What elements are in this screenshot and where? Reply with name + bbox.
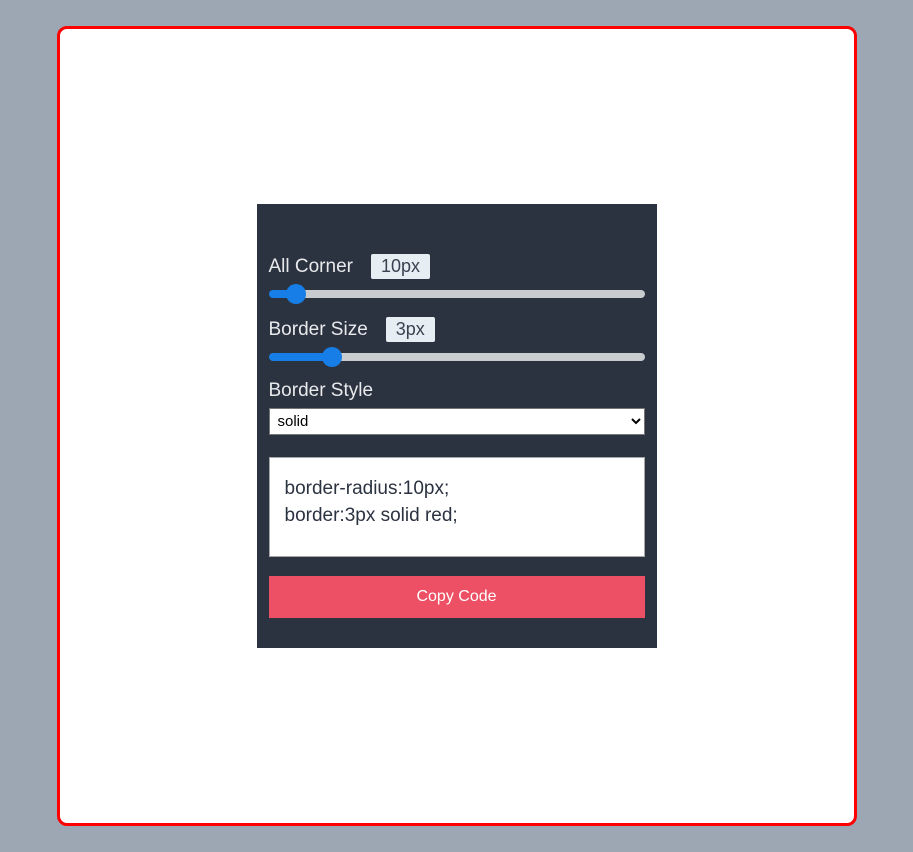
all-corner-value-badge: 10px xyxy=(371,254,430,279)
code-output[interactable] xyxy=(269,457,645,557)
all-corner-group: All Corner 10px xyxy=(269,254,645,303)
all-corner-label: All Corner xyxy=(269,256,353,278)
border-size-slider[interactable] xyxy=(269,353,645,361)
border-style-group: Border Style soliddasheddotteddoublegroo… xyxy=(269,380,645,435)
preview-box: All Corner 10px Border Size 3px Border S… xyxy=(57,26,857,826)
border-size-value-badge: 3px xyxy=(386,317,435,342)
all-corner-slider[interactable] xyxy=(269,290,645,298)
border-style-label-row: Border Style xyxy=(269,380,645,402)
border-size-label: Border Size xyxy=(269,319,368,341)
control-panel: All Corner 10px Border Size 3px Border S… xyxy=(257,204,657,648)
border-size-label-row: Border Size 3px xyxy=(269,317,645,342)
border-style-select[interactable]: soliddasheddotteddoublegrooveridgeinseto… xyxy=(269,408,645,435)
border-size-group: Border Size 3px xyxy=(269,317,645,366)
copy-code-button[interactable]: Copy Code xyxy=(269,576,645,618)
all-corner-label-row: All Corner 10px xyxy=(269,254,645,279)
border-style-label: Border Style xyxy=(269,380,374,402)
